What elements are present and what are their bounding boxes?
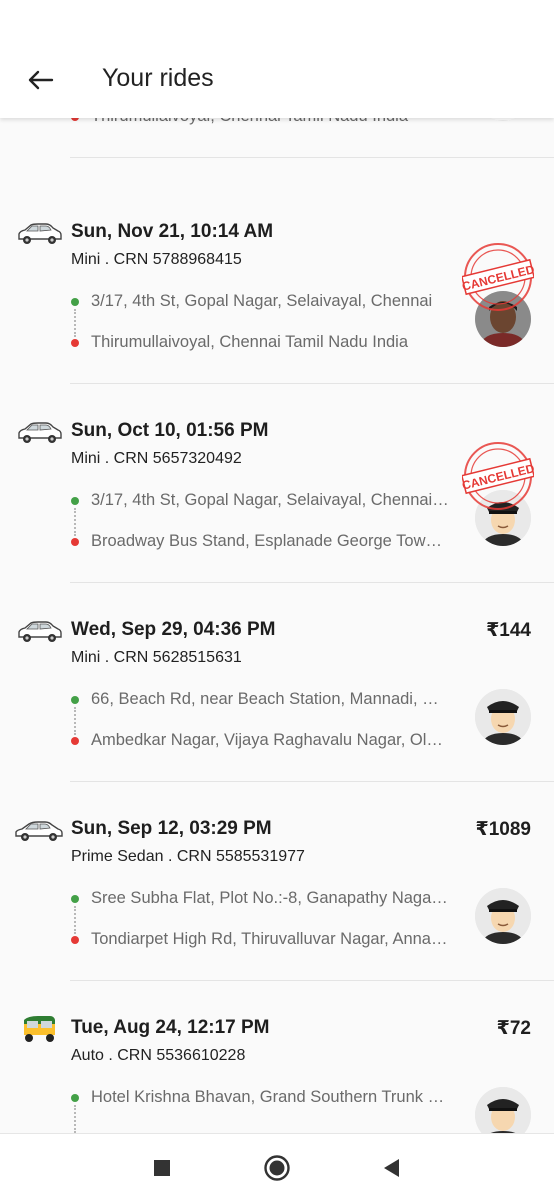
- ride-fare: ₹144: [486, 620, 531, 641]
- system-nav-bar: [0, 1133, 554, 1200]
- cancelled-stamp: CANCELLED: [462, 243, 534, 311]
- drop-dot-icon: [71, 737, 79, 745]
- ride-card[interactable]: Wed, Sep 29, 04:36 PM Mini . CRN 5628515…: [0, 583, 554, 782]
- back-button[interactable]: [22, 62, 60, 98]
- triangle-back-icon: [384, 1159, 399, 1177]
- drop-address: Thirumullaivoyal, Chennai Tamil Nadu Ind…: [91, 333, 409, 351]
- drop-address: Tondiarpet High Rd, Thiruvalluvar Nagar,…: [91, 930, 448, 948]
- ride-date: Sun, Sep 12, 03:29 PM: [71, 818, 272, 839]
- drop-dot-icon: [71, 936, 79, 944]
- pickup-dot-icon: [71, 497, 79, 505]
- ride-category-crn: Auto . CRN 5536610228: [71, 1047, 246, 1064]
- ride-card[interactable]: Sun, Oct 10, 01:56 PM Mini . CRN 5657320…: [0, 384, 554, 583]
- arrow-left-icon: [28, 70, 54, 90]
- pickup-dot-icon: [71, 895, 79, 903]
- ride-card[interactable]: Tue, Aug 24, 12:17 PM Auto . CRN 5536610…: [0, 981, 554, 1133]
- circle-icon: [264, 1155, 290, 1181]
- ride-card-partial[interactable]: Thirumullaivoyal, Chennai Tamil Nadu Ind…: [0, 118, 554, 158]
- pickup-address: 3/17, 4th St, Gopal Nagar, Selaivayal, C…: [91, 292, 433, 310]
- recents-button[interactable]: [148, 1154, 176, 1182]
- page-title: Your rides: [102, 64, 214, 92]
- app-header: Your rides: [0, 0, 554, 118]
- drop-dot-icon: [71, 339, 79, 347]
- app: Your rides Thirumullaivoyal, Chennai Tam…: [0, 0, 554, 1200]
- route-line: [74, 906, 76, 934]
- ride-fare: ₹72: [496, 1018, 531, 1039]
- driver-avatar: [475, 689, 531, 745]
- driver-avatar: [475, 118, 531, 121]
- cancelled-stamp: CANCELLED: [462, 442, 534, 510]
- driver-avatar: [475, 888, 531, 944]
- pickup-dot-icon: [71, 696, 79, 704]
- car-icon: [18, 621, 62, 642]
- drop-address: Broadway Bus Stand, Esplanade George Tow…: [91, 532, 451, 550]
- ride-fare: ₹1089: [475, 819, 532, 840]
- pickup-address: 3/17, 4th St, Gopal Nagar, Selaivayal, C…: [91, 491, 451, 509]
- ride-category-crn: Mini . CRN 5657320492: [71, 450, 242, 467]
- ride-category-crn: Mini . CRN 5788968415: [71, 251, 242, 268]
- pickup-address: Sree Subha Flat, Plot No.:-8, Ganapathy …: [91, 889, 451, 907]
- car-icon: [18, 422, 62, 443]
- auto-rickshaw-icon: [24, 1016, 55, 1042]
- ride-category-crn: Mini . CRN 5628515631: [71, 649, 242, 666]
- route-line: [74, 309, 76, 337]
- sedan-icon: [15, 821, 63, 841]
- route-line: [74, 508, 76, 536]
- ride-date: Sun, Nov 21, 10:14 AM: [71, 221, 274, 242]
- ride-date: Wed, Sep 29, 04:36 PM: [71, 619, 276, 640]
- pickup-address: 66, Beach Rd, near Beach Station, Mannad…: [91, 690, 451, 708]
- driver-avatar: [475, 1087, 531, 1133]
- drop-address: Ambedkar Nagar, Vijaya Raghavalu Nagar, …: [91, 731, 451, 749]
- car-icon: [18, 223, 62, 244]
- pickup-dot-icon: [71, 298, 79, 306]
- route-line: [74, 1105, 76, 1133]
- ride-date: Sun, Oct 10, 01:56 PM: [71, 420, 269, 441]
- route-line: [74, 707, 76, 735]
- rides-list[interactable]: Thirumullaivoyal, Chennai Tamil Nadu Ind…: [0, 118, 554, 1133]
- back-nav-button[interactable]: [377, 1154, 405, 1182]
- drop-address: Thirumullaivoyal, Chennai Tamil Nadu Ind…: [91, 118, 451, 126]
- drop-dot-icon: [71, 538, 79, 546]
- ride-category-crn: Prime Sedan . CRN 5585531977: [71, 848, 305, 865]
- ride-card[interactable]: Sun, Sep 12, 03:29 PM Prime Sedan . CRN …: [0, 782, 554, 981]
- pickup-address: Hotel Krishna Bhavan, Grand Southern Tru…: [91, 1088, 451, 1106]
- ride-date: Tue, Aug 24, 12:17 PM: [71, 1017, 270, 1038]
- drop-dot-icon: [71, 118, 79, 121]
- divider: [70, 157, 554, 158]
- square-icon: [154, 1160, 170, 1176]
- pickup-dot-icon: [71, 1094, 79, 1102]
- home-button[interactable]: [263, 1154, 291, 1182]
- ride-card[interactable]: Sun, Nov 21, 10:14 AM Mini . CRN 5788968…: [0, 185, 554, 384]
